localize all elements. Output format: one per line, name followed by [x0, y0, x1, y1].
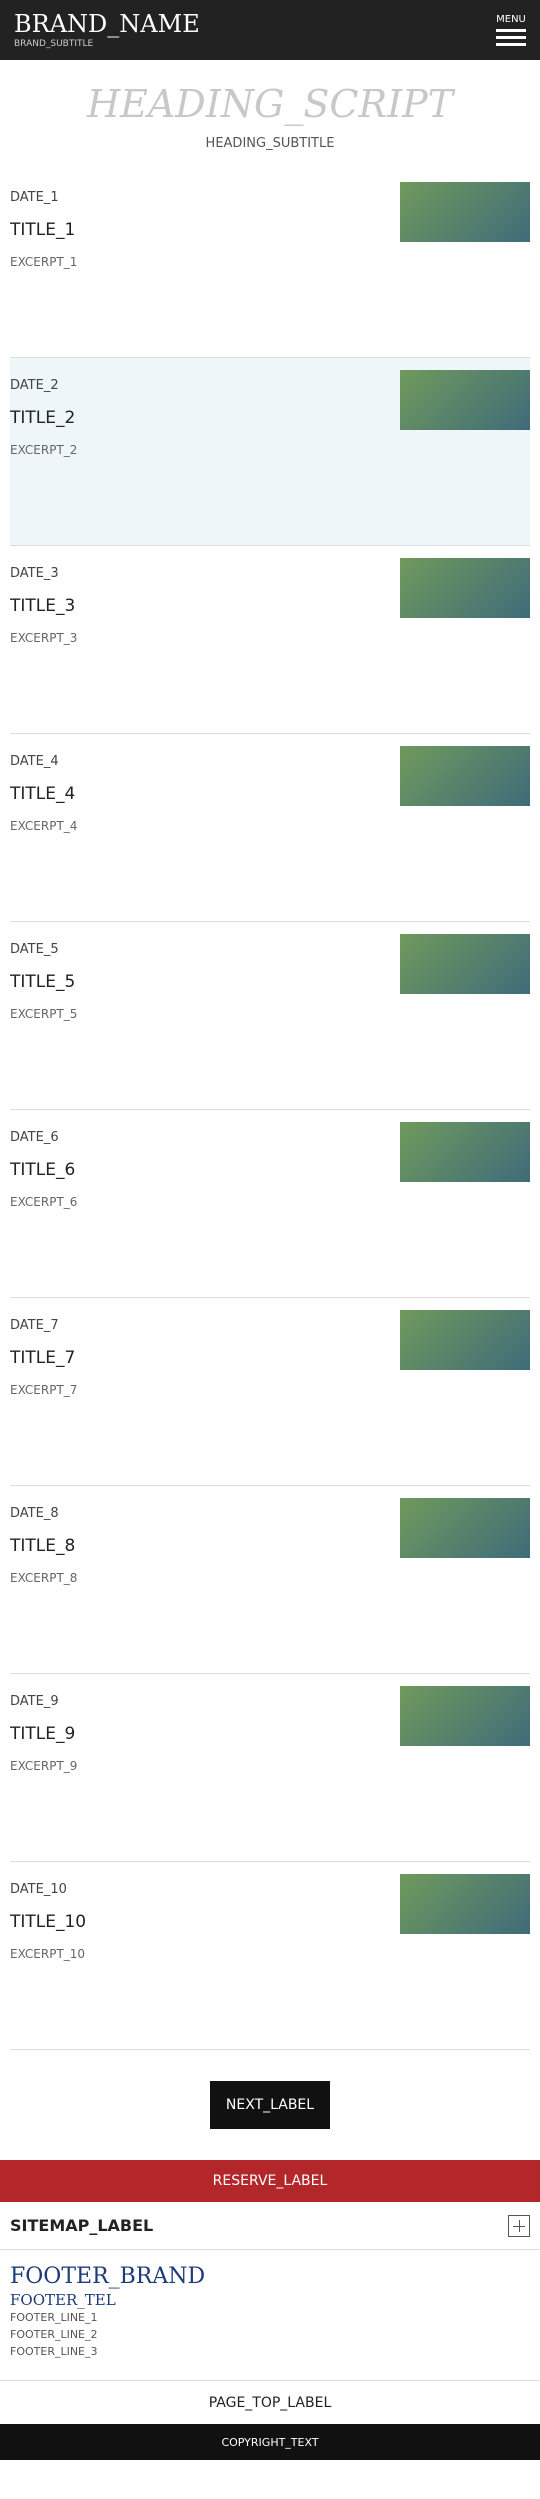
- news-item[interactable]: DATE_5 TITLE_5 EXCERPT_5: [10, 922, 530, 1110]
- news-excerpt: EXCERPT_3: [10, 631, 78, 645]
- page-top-link[interactable]: PAGE_TOP_LABEL: [0, 2380, 540, 2424]
- news-item[interactable]: DATE_10 TITLE_10 EXCERPT_10: [10, 1862, 530, 2050]
- news-item[interactable]: DATE_2 TITLE_2 EXCERPT_2: [10, 358, 530, 546]
- menu-button[interactable]: MENU: [496, 14, 526, 46]
- news-excerpt: EXCERPT_10: [10, 1947, 86, 1961]
- sitemap-label: SITEMAP_LABEL: [10, 2216, 154, 2235]
- news-thumbnail[interactable]: [400, 558, 530, 618]
- footer-tel[interactable]: FOOTER_TEL: [10, 2291, 530, 2309]
- news-date: DATE_9: [10, 1694, 59, 1709]
- page-heading: HEADING_SCRIPT HEADING_SUBTITLE: [0, 60, 540, 170]
- news-thumbnail[interactable]: [400, 1686, 530, 1746]
- news-date: DATE_6: [10, 1130, 59, 1145]
- news-item[interactable]: DATE_7 TITLE_7 EXCERPT_7: [10, 1298, 530, 1486]
- hamburger-icon: [496, 29, 526, 46]
- footer-brand: FOOTER_BRAND: [10, 2264, 206, 2289]
- news-thumbnail[interactable]: [400, 934, 530, 994]
- news-excerpt: EXCERPT_1: [10, 255, 78, 269]
- news-title[interactable]: TITLE_8: [10, 1532, 390, 1560]
- news-title[interactable]: TITLE_6: [10, 1156, 390, 1184]
- footer-hotel-name: FOOTER_LINE_1: [10, 2311, 98, 2324]
- news-date: DATE_5: [10, 942, 59, 957]
- sitemap-toggle[interactable]: SITEMAP_LABEL: [0, 2202, 540, 2250]
- news-date: DATE_1: [10, 190, 59, 205]
- news-thumbnail[interactable]: [400, 1122, 530, 1182]
- page-title: HEADING_SCRIPT: [86, 82, 454, 126]
- news-title[interactable]: TITLE_10: [10, 1908, 390, 1936]
- news-title[interactable]: TITLE_3: [10, 592, 390, 620]
- news-thumbnail[interactable]: [400, 182, 530, 242]
- news-thumbnail[interactable]: [400, 746, 530, 806]
- brand-subtitle: BRAND_SUBTITLE: [14, 39, 94, 49]
- news-date: DATE_8: [10, 1506, 59, 1521]
- news-item[interactable]: DATE_4 TITLE_4 EXCERPT_4: [10, 734, 530, 922]
- news-title[interactable]: TITLE_1: [10, 216, 390, 244]
- news-date: DATE_2: [10, 378, 59, 393]
- news-item[interactable]: DATE_8 TITLE_8 EXCERPT_8: [10, 1486, 530, 1674]
- news-title[interactable]: TITLE_9: [10, 1720, 390, 1748]
- news-thumbnail[interactable]: [400, 370, 530, 430]
- news-thumbnail[interactable]: [400, 1874, 530, 1934]
- news-item[interactable]: DATE_9 TITLE_9 EXCERPT_9: [10, 1674, 530, 1862]
- footer-info: FOOTER_BRAND FOOTER_TEL FOOTER_LINE_1 FO…: [0, 2250, 540, 2380]
- news-title[interactable]: TITLE_7: [10, 1344, 390, 1372]
- plus-icon[interactable]: [508, 2214, 530, 2237]
- news-item[interactable]: DATE_6 TITLE_6 EXCERPT_6: [10, 1110, 530, 1298]
- brand-logo[interactable]: BRAND_NAME BRAND_SUBTITLE: [14, 10, 200, 50]
- pager: NEXT_LABEL: [0, 2050, 540, 2160]
- news-title[interactable]: TITLE_4: [10, 780, 390, 808]
- news-thumbnail[interactable]: [400, 1498, 530, 1558]
- page-subtitle: HEADING_SUBTITLE: [205, 136, 335, 151]
- footer-address: FOOTER_LINE_2: [10, 2328, 98, 2341]
- news-excerpt: EXCERPT_8: [10, 1571, 78, 1585]
- news-excerpt: EXCERPT_4: [10, 819, 78, 833]
- news-title[interactable]: TITLE_2: [10, 404, 390, 432]
- next-page-button[interactable]: NEXT_LABEL: [210, 2081, 330, 2129]
- news-thumbnail[interactable]: [400, 1310, 530, 1370]
- news-date: DATE_7: [10, 1318, 59, 1333]
- news-excerpt: EXCERPT_7: [10, 1383, 78, 1397]
- news-excerpt: EXCERPT_9: [10, 1759, 78, 1773]
- news-date: DATE_4: [10, 754, 59, 769]
- footer-contact: FOOTER_LINE_3: [10, 2345, 98, 2358]
- news-item[interactable]: DATE_3 TITLE_3 EXCERPT_3: [10, 546, 530, 734]
- news-date: DATE_10: [10, 1882, 67, 1897]
- news-title[interactable]: TITLE_5: [10, 968, 390, 996]
- reservation-button[interactable]: RESERVE_LABEL: [0, 2160, 540, 2202]
- news-excerpt: EXCERPT_6: [10, 1195, 78, 1209]
- menu-label: MENU: [496, 14, 526, 25]
- news-list: DATE_1 TITLE_1 EXCERPT_1 DATE_2 TITLE_2 …: [0, 170, 540, 2050]
- news-date: DATE_3: [10, 566, 59, 581]
- news-excerpt: EXCERPT_5: [10, 1007, 78, 1021]
- copyright: COPYRIGHT_TEXT: [0, 2424, 540, 2460]
- brand-name: BRAND_NAME: [14, 10, 200, 38]
- news-item[interactable]: DATE_1 TITLE_1 EXCERPT_1: [10, 170, 530, 358]
- site-header: BRAND_NAME BRAND_SUBTITLE MENU: [0, 0, 540, 60]
- news-excerpt: EXCERPT_2: [10, 443, 78, 457]
